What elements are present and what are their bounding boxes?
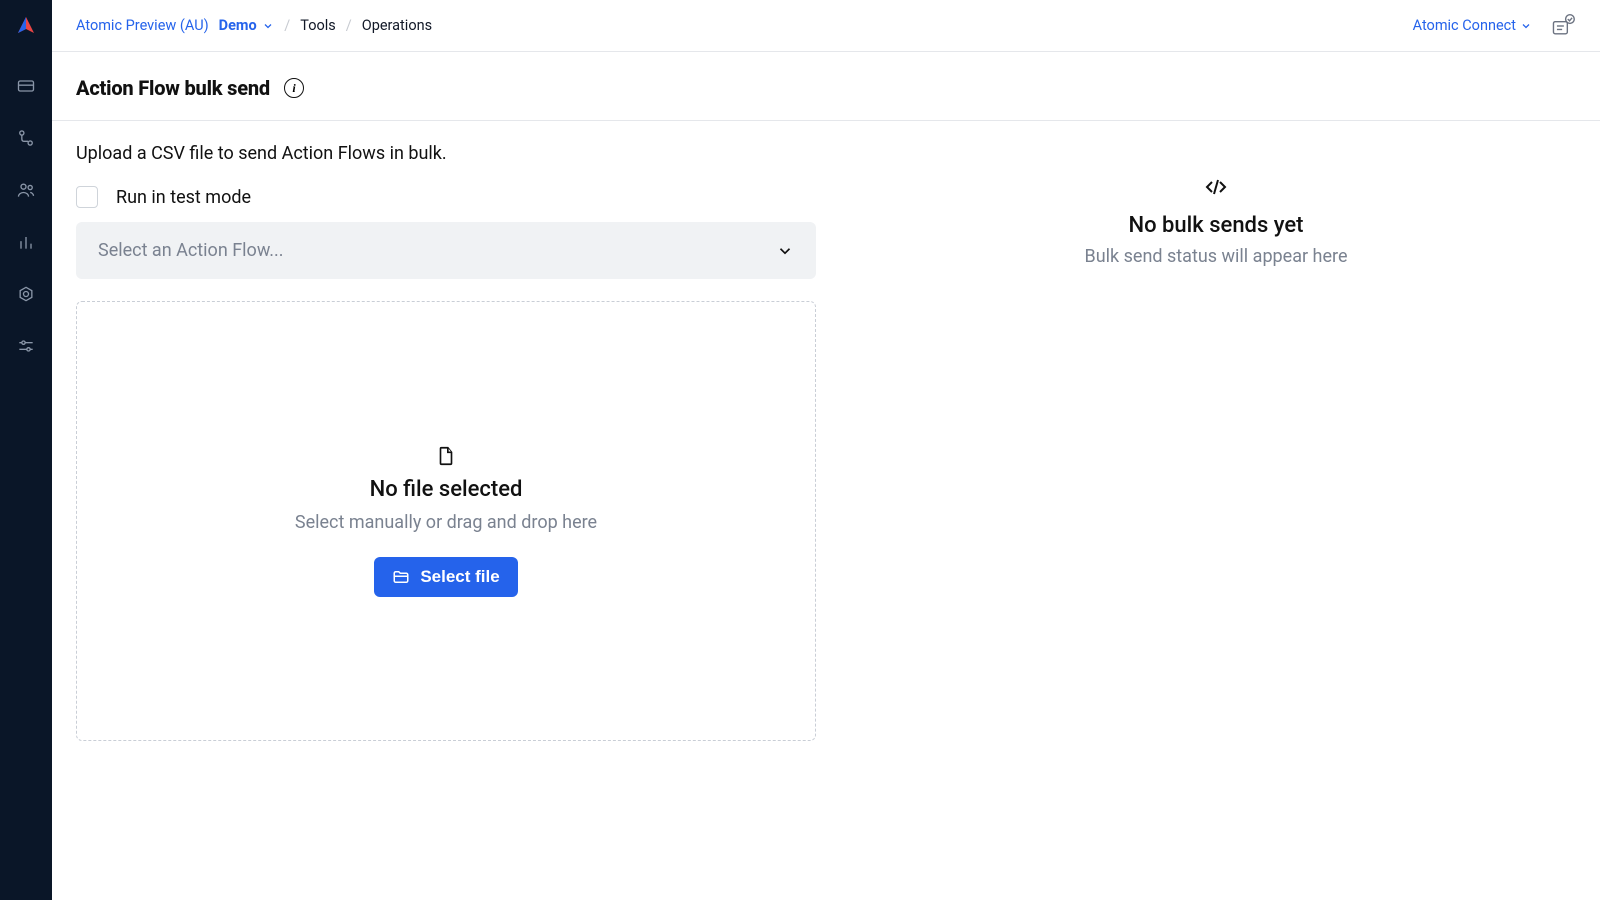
breadcrumb-separator: / <box>346 17 352 34</box>
action-flow-select[interactable]: Select an Action Flow... <box>76 222 816 279</box>
analytics-icon[interactable] <box>14 230 38 254</box>
sidebar <box>0 0 52 900</box>
queue-status-icon[interactable] <box>1550 13 1576 39</box>
folder-icon <box>392 568 410 586</box>
chevron-down-icon <box>1520 20 1532 32</box>
page-header: Action Flow bulk send i <box>52 52 1600 121</box>
dropzone-title: No file selected <box>370 477 523 502</box>
chevron-down-icon <box>776 242 794 260</box>
breadcrumb-env-label: Demo <box>219 17 257 34</box>
status-subtitle: Bulk send status will appear here <box>1085 246 1348 267</box>
chevron-down-icon <box>262 20 274 32</box>
breadcrumb-env[interactable]: Demo <box>219 17 275 34</box>
breadcrumb-section[interactable]: Tools <box>300 17 336 34</box>
topbar-right: Atomic Connect <box>1413 13 1576 39</box>
dropzone-subtitle: Select manually or drag and drop here <box>295 512 597 533</box>
status-panel: No bulk sends yet Bulk send status will … <box>856 143 1576 741</box>
users-icon[interactable] <box>14 178 38 202</box>
topbar: Atomic Preview (AU) Demo / Tools / Opera… <box>52 0 1600 52</box>
breadcrumb: Atomic Preview (AU) Demo / Tools / Opera… <box>76 17 432 34</box>
breadcrumb-org[interactable]: Atomic Preview (AU) <box>76 17 209 34</box>
content: Upload a CSV file to send Action Flows i… <box>52 121 1600 763</box>
settings-icon[interactable] <box>14 282 38 306</box>
cards-icon[interactable] <box>14 74 38 98</box>
connect-menu[interactable]: Atomic Connect <box>1413 17 1532 34</box>
test-mode-label: Run in test mode <box>116 187 251 208</box>
breadcrumb-separator: / <box>284 17 290 34</box>
main-area: Atomic Preview (AU) Demo / Tools / Opera… <box>52 0 1600 900</box>
test-mode-row: Run in test mode <box>76 186 816 208</box>
file-icon <box>435 445 457 467</box>
breadcrumb-page[interactable]: Operations <box>362 17 432 34</box>
select-file-button[interactable]: Select file <box>374 557 517 597</box>
page-title: Action Flow bulk send <box>76 76 270 100</box>
code-icon <box>1204 175 1228 199</box>
test-mode-checkbox[interactable] <box>76 186 98 208</box>
select-file-label: Select file <box>420 567 499 587</box>
select-placeholder: Select an Action Flow... <box>98 240 284 261</box>
upload-panel: Upload a CSV file to send Action Flows i… <box>76 143 816 741</box>
status-title: No bulk sends yet <box>1129 213 1304 238</box>
sliders-icon[interactable] <box>14 334 38 358</box>
intro-text: Upload a CSV file to send Action Flows i… <box>76 143 816 164</box>
info-icon[interactable]: i <box>284 78 304 98</box>
connect-label: Atomic Connect <box>1413 17 1516 34</box>
file-dropzone[interactable]: No file selected Select manually or drag… <box>76 301 816 741</box>
flow-icon[interactable] <box>14 126 38 150</box>
app-logo[interactable] <box>14 14 38 38</box>
